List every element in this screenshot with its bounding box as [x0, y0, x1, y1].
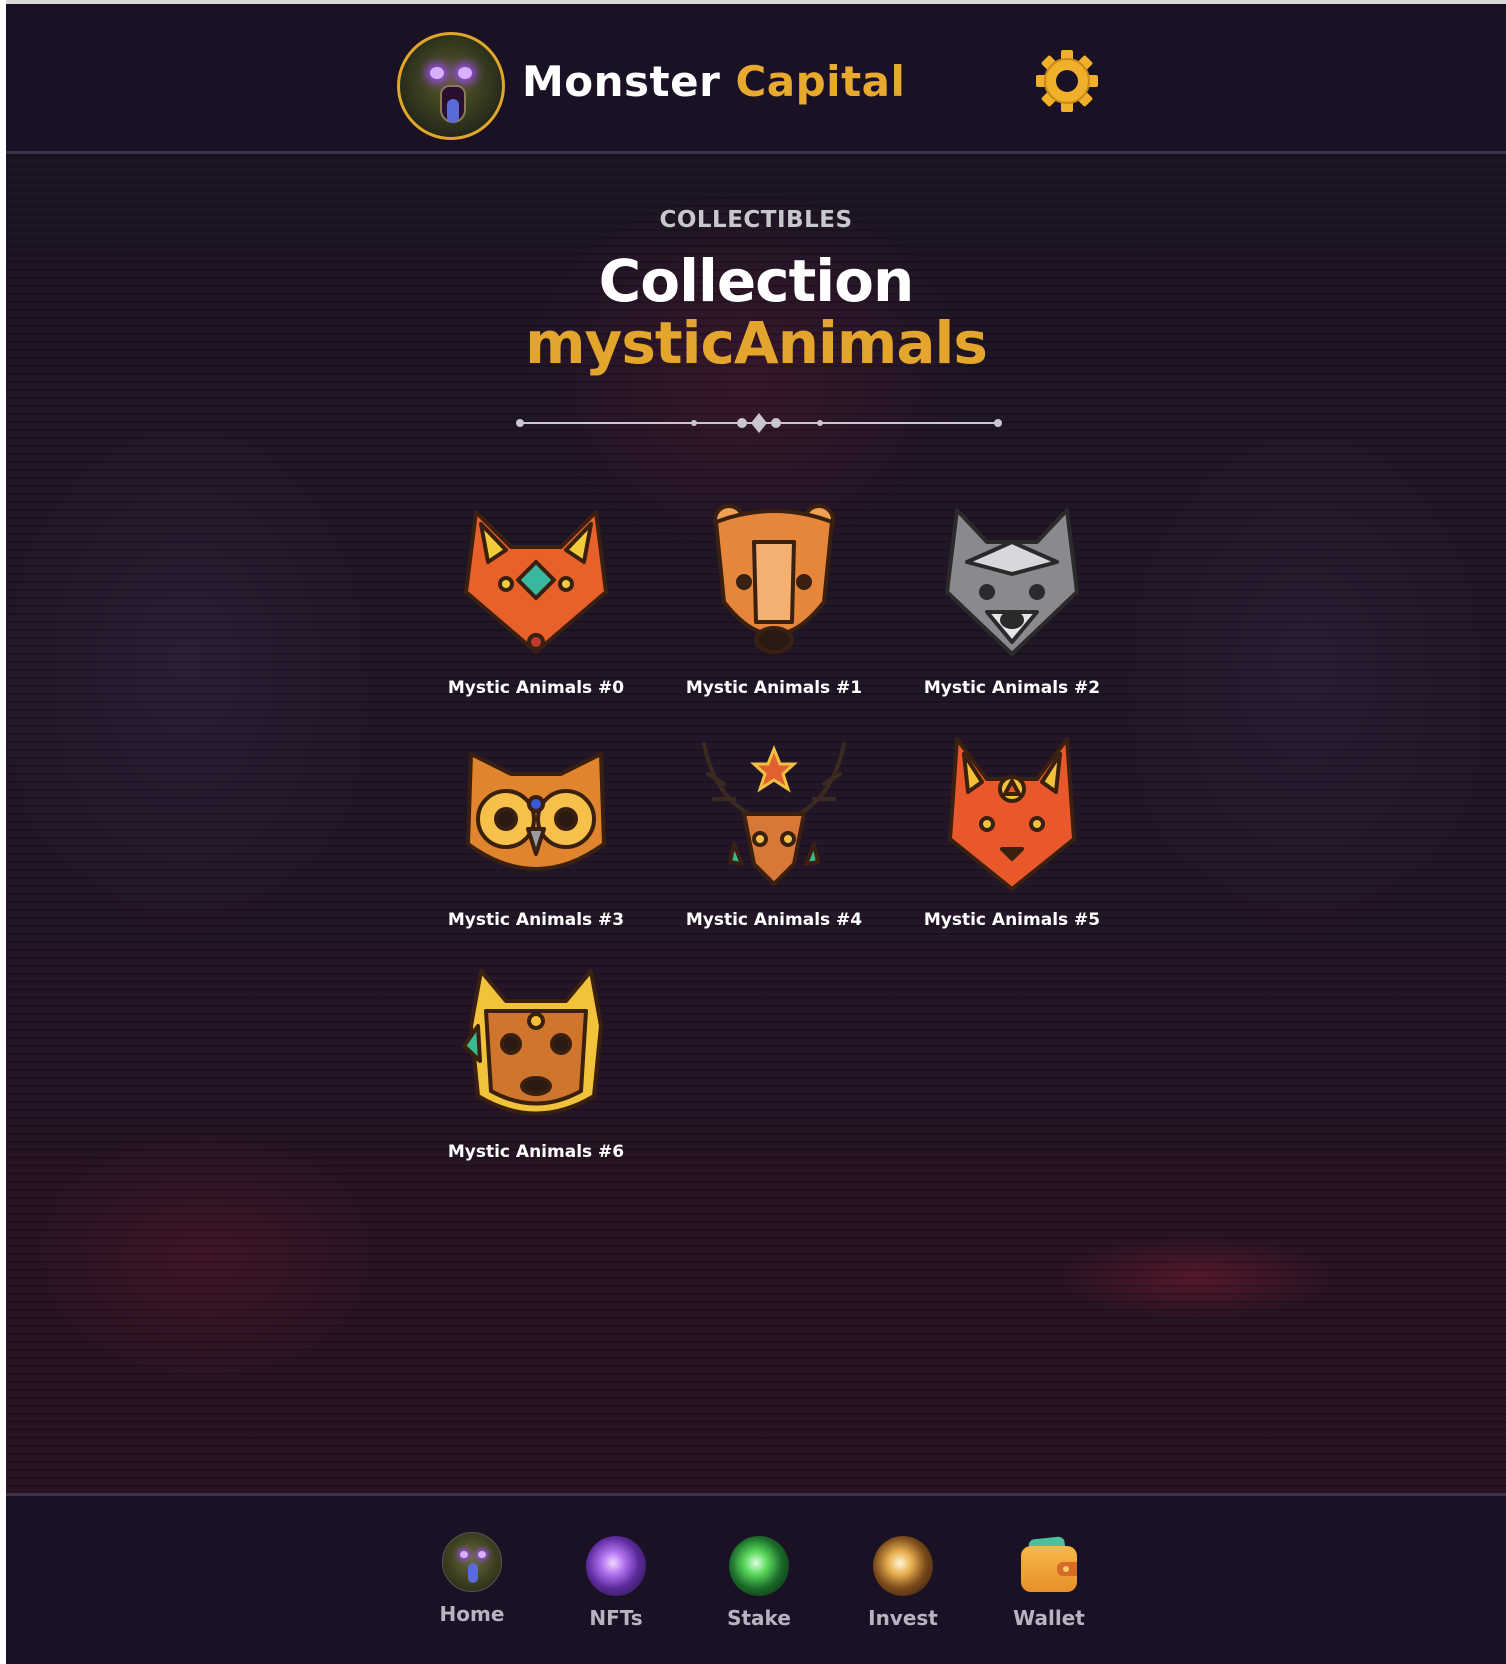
logo-right-eye	[458, 67, 472, 79]
nft-card[interactable]: Mystic Animals #4	[674, 734, 874, 944]
monster-home-icon	[442, 1532, 502, 1592]
nav-item-invest[interactable]: Invest	[848, 1536, 958, 1646]
nav-label: Home	[439, 1602, 505, 1626]
wallet-icon	[1019, 1536, 1079, 1596]
brand-title[interactable]: Monster Capital	[522, 57, 905, 106]
nft-card[interactable]: Mystic Animals #2	[912, 502, 1112, 712]
nav-label: Stake	[727, 1606, 791, 1630]
nav-label: Invest	[868, 1606, 938, 1630]
monster-logo[interactable]	[397, 32, 505, 140]
logo-left-eye	[430, 67, 444, 79]
wolf-icon	[945, 508, 1079, 656]
nav-item-nfts[interactable]: NFTs	[561, 1536, 671, 1646]
nav-label: Wallet	[1013, 1606, 1085, 1630]
logo-tongue	[447, 99, 459, 123]
nft-name: Mystic Animals #1	[685, 678, 863, 698]
nft-card[interactable]: Mystic Animals #1	[674, 502, 874, 712]
brand-secondary: Capital	[735, 57, 906, 106]
app-frame: Monster Capital COLLECTIBLES Collection …	[6, 4, 1506, 1664]
green-orb-icon	[729, 1536, 789, 1596]
brand-primary: Monster	[522, 57, 721, 106]
gold-orb-icon	[873, 1536, 933, 1596]
lynx-icon	[948, 737, 1076, 891]
nft-card[interactable]: Mystic Animals #6	[436, 966, 636, 1176]
nav-item-home[interactable]: Home	[417, 1532, 527, 1642]
header: Monster Capital	[6, 4, 1506, 154]
page-title: Collection	[598, 247, 915, 315]
nft-name: Mystic Animals #0	[447, 678, 625, 698]
nft-card[interactable]: Mystic Animals #0	[436, 502, 636, 712]
deer-icon	[702, 742, 846, 886]
ornamental-divider	[516, 413, 1002, 433]
main-content: COLLECTIBLES Collection mysticAnimals My…	[6, 157, 1506, 1493]
nft-name: Mystic Animals #4	[685, 910, 863, 930]
section-eyebrow: COLLECTIBLES	[659, 207, 853, 233]
nft-name: Mystic Animals #6	[447, 1142, 625, 1162]
nft-name: Mystic Animals #2	[923, 678, 1101, 698]
nft-name: Mystic Animals #5	[923, 910, 1101, 930]
bear-icon	[713, 504, 835, 654]
purple-orb-icon	[586, 1536, 646, 1596]
squirrel-icon	[462, 969, 603, 1116]
nav-item-stake[interactable]: Stake	[704, 1536, 814, 1646]
nft-name: Mystic Animals #3	[447, 910, 625, 930]
nft-card[interactable]: Mystic Animals #3	[436, 734, 636, 944]
gear-icon[interactable]	[1034, 48, 1100, 114]
nav-label: NFTs	[589, 1606, 643, 1630]
bottom-nav: Home NFTs Stake Invest Wallet	[6, 1493, 1506, 1664]
nav-item-wallet[interactable]: Wallet	[994, 1536, 1104, 1646]
owl-icon	[466, 752, 606, 871]
nft-card[interactable]: Mystic Animals #5	[912, 734, 1112, 944]
collection-name: mysticAnimals	[525, 309, 988, 377]
fox-icon	[464, 510, 608, 654]
